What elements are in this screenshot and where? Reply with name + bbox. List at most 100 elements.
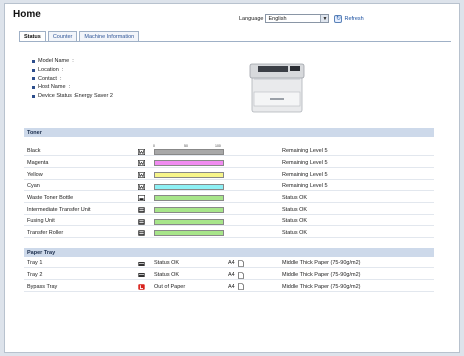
level-bar-fill	[155, 184, 223, 189]
paper-size: A4	[228, 283, 235, 290]
toner-row-waste-toner-bottle: Waste Toner Bottle Status OK	[24, 194, 434, 204]
tab-divider	[19, 41, 451, 42]
refresh-link[interactable]: Refresh	[344, 16, 363, 22]
level-bar	[154, 160, 224, 167]
language-label: Language	[239, 15, 264, 22]
toner-status: Remaining Level 5	[282, 171, 328, 178]
toner-status: Remaining Level 5	[282, 159, 328, 166]
toner-row-intermediate-transfer-unit: Intermediate Transfer Unit Status OK	[24, 206, 434, 215]
info-value: :Energy Saver 2	[73, 93, 113, 100]
info-row-host-name: Host Name :	[32, 83, 113, 92]
level-bar-fill	[155, 161, 223, 166]
tray-row-bypass-tray: Bypass Tray Out of Paper A4 Middle Thick Pa…	[24, 282, 434, 292]
chevron-down-icon[interactable]: ▼	[320, 15, 329, 22]
info-value: :	[61, 67, 64, 74]
toner-section-header: Toner	[24, 128, 434, 137]
toner-row-magenta: Magenta Remaining Level 5	[24, 159, 434, 168]
tray-icon	[138, 272, 145, 278]
language-select[interactable]: English ▼	[265, 14, 330, 23]
toner-status: Remaining Level 5	[282, 183, 328, 190]
paper-type: Middle Thick Paper (75-90g/m2)	[282, 260, 361, 267]
info-label: Contact	[38, 75, 57, 82]
level-bar-fill	[155, 172, 223, 177]
toner-icon	[138, 171, 146, 178]
unit-icon	[138, 218, 145, 225]
info-row-contact: Contact :	[32, 74, 113, 83]
level-bar	[154, 230, 224, 237]
toner-label: Transfer Roller	[27, 230, 64, 237]
toner-row-yellow: Yellow Remaining Level 5	[24, 170, 434, 180]
level-bar-fill	[155, 231, 223, 236]
tray-label: Bypass Tray	[27, 283, 58, 290]
bullet-icon	[32, 77, 35, 81]
paper-size: A4	[228, 271, 235, 278]
unit-icon	[138, 207, 145, 213]
info-label: Device Status	[38, 93, 72, 100]
printer-image	[249, 63, 305, 113]
toner-row-black: Black Remaining Level 5	[24, 147, 434, 157]
toner-status: Status OK	[282, 206, 308, 213]
toner-label: Intermediate Transfer Unit	[27, 206, 91, 213]
level-bar-fill	[155, 196, 223, 201]
level-bar-fill	[155, 208, 223, 212]
level-bar	[154, 195, 224, 202]
bullet-icon	[32, 85, 35, 89]
toner-status: Status OK	[282, 218, 308, 225]
info-label: Host Name	[38, 84, 66, 91]
toner-label: Cyan	[27, 183, 40, 190]
language-value: English	[268, 15, 287, 22]
toner-status: Status OK	[282, 230, 308, 237]
bullet-icon	[32, 94, 35, 98]
refresh-icon[interactable]: ↻	[334, 14, 343, 23]
info-label: Location	[38, 67, 59, 74]
bullet-icon	[32, 68, 35, 72]
paper-tray-section-header: Paper Tray	[24, 248, 434, 257]
level-bar	[154, 171, 224, 178]
tray-row-tray-1: Tray 1 Status OK A4 Middle Thick Paper (75-…	[24, 259, 434, 269]
tray-row-tray-2: Tray 2 Status OK A4 Middle Thick Paper (75-…	[24, 271, 434, 280]
paper-type: Middle Thick Paper (75-90g/m2)	[282, 283, 361, 290]
info-label: Model Name	[38, 58, 70, 65]
toner-status: Remaining Level 5	[282, 148, 328, 155]
toner-label: Black	[27, 148, 41, 155]
main-page: Home Language English ▼ ↻ Refresh Status…	[4, 3, 460, 353]
tray-status: Status OK	[154, 260, 180, 267]
paper-size: A4	[228, 260, 235, 267]
tray-label: Tray 1	[27, 260, 43, 267]
paper-orientation-icon	[238, 271, 244, 279]
paper-orientation-icon	[238, 260, 244, 267]
toner-label: Magenta	[27, 159, 49, 166]
level-bar	[154, 148, 224, 155]
tray-status: Status OK	[154, 271, 180, 278]
toner-icon	[138, 183, 146, 190]
paper-type: Middle Thick Paper (75-90g/m2)	[282, 271, 361, 278]
paper-orientation-icon	[238, 283, 244, 291]
toner-label: Yellow	[27, 171, 43, 178]
toner-label: Waste Toner Bottle	[27, 194, 74, 201]
waste-bottle-icon	[138, 195, 146, 202]
info-row-device-status: Device Status :Energy Saver 2	[32, 92, 113, 101]
device-info-list: Model Name : Location : Contact : Host N…	[32, 57, 113, 100]
info-value: :	[60, 75, 62, 82]
bullet-icon	[32, 59, 35, 63]
level-bar	[154, 207, 224, 213]
toner-icon	[138, 160, 146, 167]
level-bar-fill	[155, 219, 223, 224]
tray-error-icon	[138, 284, 145, 290]
info-value: :	[68, 84, 71, 91]
language-selector: Language English ▼ ↻ Refresh	[239, 14, 364, 23]
unit-icon	[138, 230, 145, 237]
toner-icon	[138, 148, 146, 155]
tray-status: Out of Paper	[154, 283, 186, 290]
level-bar-fill	[155, 149, 223, 154]
tray-label: Tray 2	[27, 271, 43, 278]
info-row-model-name: Model Name :	[32, 57, 113, 66]
toner-row-cyan: Cyan Remaining Level 5	[24, 182, 434, 192]
toner-status: Status OK	[282, 194, 308, 201]
info-row-location: Location :	[32, 66, 113, 75]
level-bar	[154, 218, 224, 225]
toner-row-transfer-roller: Transfer Roller Status OK	[24, 229, 434, 239]
level-bar	[154, 183, 224, 190]
toner-label: Fusing Unit	[27, 218, 55, 225]
page-title: Home	[13, 9, 41, 20]
